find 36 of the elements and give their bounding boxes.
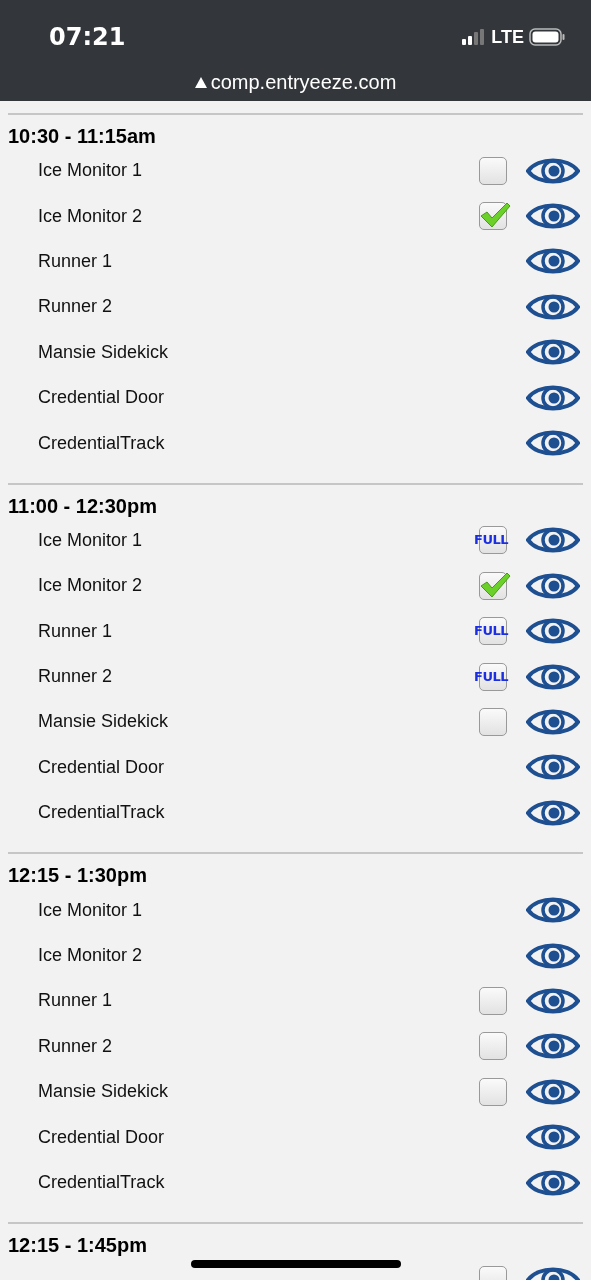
checkbox[interactable] (479, 708, 507, 736)
position-label: Ice Monitor 1 (37, 529, 144, 551)
position-label: Mansie Sidekick (37, 711, 170, 733)
checkbox[interactable] (479, 1032, 507, 1061)
checkbox[interactable] (479, 1077, 507, 1106)
position-label: Ice Monitor 2 (37, 575, 144, 597)
position-label: Ice Monitor 1 (37, 160, 144, 182)
position-label: Credential Door (37, 387, 166, 409)
clock-time: 07:21 (49, 23, 126, 51)
url-text[interactable]: comp.entryeeze.com (210, 70, 397, 94)
position-label: Mansie Sidekick (37, 341, 170, 363)
time-slot-heading: 12:15 - 1:45pm (8, 1233, 148, 1258)
time-slot-heading: 12:15 - 1:30pm (8, 863, 148, 888)
position-label: Mansie Sidekick (37, 1081, 170, 1103)
checkbox[interactable] (479, 986, 507, 1015)
time-slot-heading: 11:00 - 12:30pm (8, 493, 158, 518)
position-label: Credential Door (37, 1126, 166, 1148)
position-label: Runner 1 (37, 990, 114, 1012)
position-label: CredentialTrack (37, 802, 166, 824)
network-label: LTE (491, 26, 524, 48)
position-label: Credential Door (37, 756, 166, 778)
position-label: Runner 2 (37, 1035, 114, 1057)
position-label: CredentialTrack (37, 432, 166, 454)
checkbox[interactable] (479, 156, 507, 185)
warning-icon (194, 76, 207, 88)
position-label: Ice Monitor 2 (37, 945, 144, 967)
position-label: Runner 2 (37, 296, 114, 318)
position-label: Ice Monitor 2 (37, 205, 144, 227)
time-slot-heading: 10:30 - 11:15am (8, 124, 157, 148)
position-label: CredentialTrack (37, 1172, 166, 1193)
signal-icon (462, 29, 487, 45)
position-label: Runner 1 (37, 620, 114, 642)
position-label: Ice Monitor 1 (37, 899, 144, 921)
battery-icon (529, 28, 565, 46)
position-label: Runner 2 (37, 666, 114, 688)
position-label: Runner 1 (37, 250, 114, 272)
